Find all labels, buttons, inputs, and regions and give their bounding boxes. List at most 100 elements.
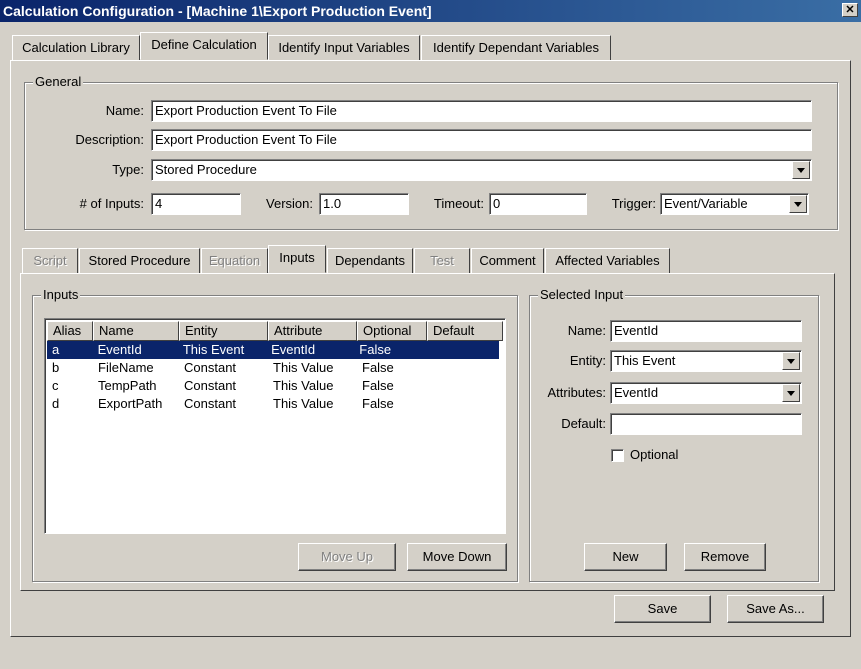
timeout-label: Timeout: xyxy=(433,196,484,211)
type-value: Stored Procedure xyxy=(155,162,257,177)
list-item[interactable]: b FileName Constant This Value False xyxy=(47,359,503,377)
tab-dependants[interactable]: Dependants xyxy=(327,248,413,274)
tab-inputs[interactable]: Inputs xyxy=(268,245,326,273)
cell-optional: False xyxy=(362,396,394,411)
inputs-count-field[interactable]: 4 xyxy=(151,193,241,215)
tab-label: Affected Variables xyxy=(555,253,660,268)
tab-test[interactable]: Test xyxy=(414,248,470,274)
chevron-down-icon[interactable] xyxy=(782,384,800,402)
list-item[interactable]: c TempPath Constant This Value False xyxy=(47,377,503,395)
cell-name: FileName xyxy=(98,360,154,375)
list-item[interactable]: d ExportPath Constant This Value False xyxy=(47,395,503,413)
move-down-button[interactable]: Move Down xyxy=(407,543,507,571)
cell-attribute: This Value xyxy=(273,396,334,411)
cell-default xyxy=(424,341,499,359)
tab-define-calculation[interactable]: Define Calculation xyxy=(140,32,268,60)
tab-affected-variables[interactable]: Affected Variables xyxy=(545,248,670,274)
name-field[interactable]: Export Production Event To File xyxy=(151,100,812,122)
tab-equation[interactable]: Equation xyxy=(201,248,268,274)
column-header-alias[interactable]: Alias xyxy=(47,321,93,341)
inputs-count-label: # of Inputs: xyxy=(79,196,144,211)
list-item[interactable]: a EventId This Event EventId False xyxy=(47,341,499,359)
close-icon: ✕ xyxy=(845,4,855,16)
column-header-default[interactable]: Default xyxy=(427,321,503,341)
tab-label: Identify Dependant Variables xyxy=(433,40,599,55)
tab-label: Inputs xyxy=(279,250,315,265)
cell-name: EventId xyxy=(97,342,142,357)
selected-default-field[interactable] xyxy=(610,413,802,435)
timeout-field[interactable]: 0 xyxy=(489,193,587,215)
cell-alias: c xyxy=(52,378,59,393)
cell-alias: d xyxy=(52,396,60,411)
cell-alias: b xyxy=(52,360,60,375)
description-field[interactable]: Export Production Event To File xyxy=(151,129,812,151)
column-header-optional[interactable]: Optional xyxy=(357,321,427,341)
selected-attributes-dropdown[interactable]: EventId xyxy=(610,382,802,404)
close-button[interactable]: ✕ xyxy=(842,3,858,17)
selected-name-label: Name: xyxy=(567,323,606,338)
chevron-down-icon[interactable] xyxy=(792,161,810,179)
inputs-group-label: Inputs xyxy=(41,287,81,302)
selected-entity-dropdown[interactable]: This Event xyxy=(610,350,802,372)
tab-label: Test xyxy=(430,253,454,268)
save-as-button[interactable]: Save As... xyxy=(727,595,824,623)
move-up-button[interactable]: Move Up xyxy=(298,543,396,571)
cell-default xyxy=(427,359,503,377)
selected-default-label: Default: xyxy=(561,416,606,431)
cell-attribute: This Value xyxy=(273,360,334,375)
type-label: Type: xyxy=(112,162,144,177)
trigger-label: Trigger: xyxy=(611,196,656,211)
new-button[interactable]: New xyxy=(584,543,667,571)
tab-comment[interactable]: Comment xyxy=(471,248,544,274)
tab-label: Identify Input Variables xyxy=(278,40,410,55)
chevron-down-icon[interactable] xyxy=(782,352,800,370)
cell-entity: This Event xyxy=(182,342,245,357)
chevron-down-icon[interactable] xyxy=(789,195,807,213)
cell-name: ExportPath xyxy=(98,396,163,411)
cell-entity: Constant xyxy=(184,360,237,375)
save-button[interactable]: Save xyxy=(614,595,711,623)
column-header-attribute[interactable]: Attribute xyxy=(268,321,357,341)
tab-identify-input-variables[interactable]: Identify Input Variables xyxy=(268,35,420,61)
entity-value: This Event xyxy=(614,353,676,368)
tab-label: Calculation Library xyxy=(22,40,130,55)
cell-attribute: This Value xyxy=(273,378,334,393)
remove-button[interactable]: Remove xyxy=(684,543,766,571)
tab-label: Equation xyxy=(208,253,261,268)
window-title: Calculation Configuration - [Machine 1\E… xyxy=(3,3,432,19)
tab-label: Script xyxy=(33,253,67,268)
tab-identify-dependant-variables[interactable]: Identify Dependant Variables xyxy=(421,35,611,61)
column-header-entity[interactable]: Entity xyxy=(179,321,268,341)
cell-entity: Constant xyxy=(184,396,237,411)
tab-label: Dependants xyxy=(334,253,406,268)
general-group-label: General xyxy=(33,74,84,89)
name-label: Name: xyxy=(105,103,144,118)
cell-name: TempPath xyxy=(98,378,157,393)
inputs-list-header: Alias Name Entity Attribute Optional Def… xyxy=(47,321,503,341)
cell-default xyxy=(427,395,503,413)
inputs-list[interactable]: Alias Name Entity Attribute Optional Def… xyxy=(44,318,506,534)
cell-default xyxy=(427,377,503,395)
selected-input-group-label: Selected Input xyxy=(538,287,626,302)
version-label: Version: xyxy=(266,196,313,211)
tab-label: Define Calculation xyxy=(151,37,257,52)
optional-checkbox[interactable] xyxy=(611,449,624,462)
tab-stored-procedure[interactable]: Stored Procedure xyxy=(79,248,200,274)
description-label: Description: xyxy=(75,132,144,147)
tab-label: Stored Procedure xyxy=(88,253,191,268)
selected-name-field[interactable]: EventId xyxy=(610,320,802,342)
trigger-dropdown[interactable]: Event/Variable xyxy=(660,193,809,215)
version-field[interactable]: 1.0 xyxy=(319,193,409,215)
trigger-value: Event/Variable xyxy=(664,196,748,211)
selected-attributes-label: Attributes: xyxy=(547,385,606,400)
type-dropdown[interactable]: Stored Procedure xyxy=(151,159,812,181)
cell-optional: False xyxy=(359,342,392,357)
optional-label: Optional xyxy=(630,447,679,462)
tab-calculation-library[interactable]: Calculation Library xyxy=(12,35,140,61)
tab-script[interactable]: Script xyxy=(22,248,78,274)
attributes-value: EventId xyxy=(614,385,659,400)
tab-label: Comment xyxy=(479,253,536,268)
selected-entity-label: Entity: xyxy=(569,353,606,368)
column-header-name[interactable]: Name xyxy=(93,321,179,341)
cell-optional: False xyxy=(362,360,394,375)
